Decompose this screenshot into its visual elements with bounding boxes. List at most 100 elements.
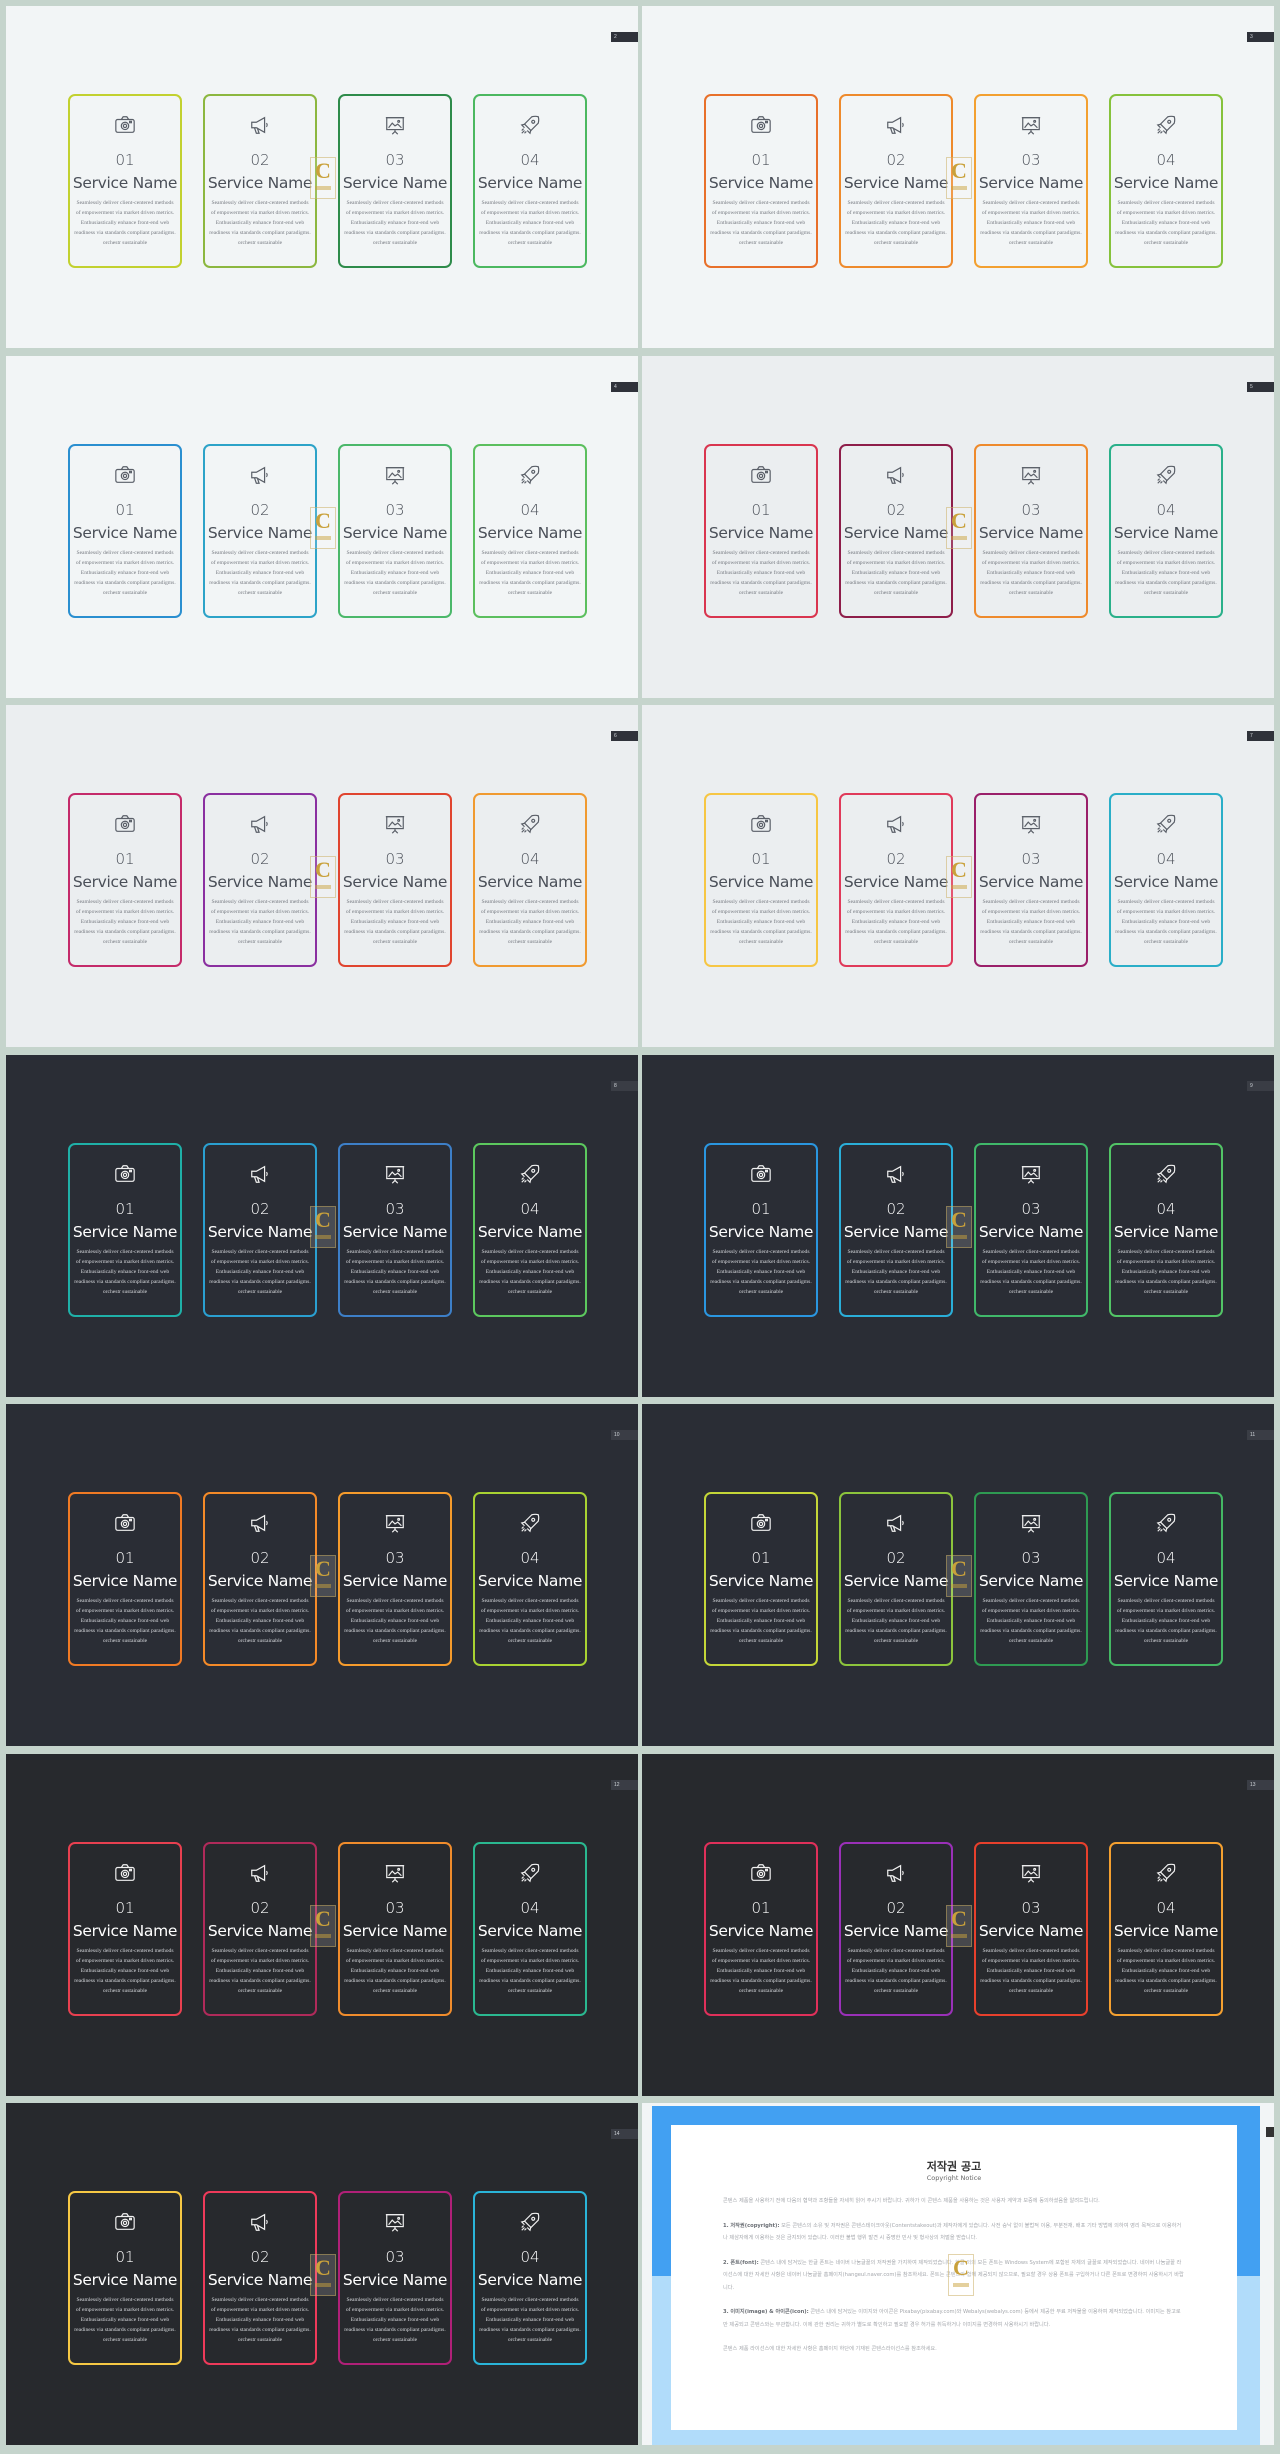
service-name: Service Name <box>342 523 448 542</box>
slide-thumbnail[interactable]: 8 01 Service Name Seamlessly deliver client… <box>6 1054 638 1397</box>
watermark-letter: C <box>951 158 967 183</box>
megaphone-icon <box>249 1862 271 1884</box>
presentation-board-icon <box>1020 813 1042 835</box>
slide-thumbnail[interactable]: 2 01 Service Name Seamlessly deliver client… <box>6 6 638 348</box>
service-name: Service Name <box>207 1572 313 1590</box>
page-number-tab: 13 <box>1247 1779 1274 1790</box>
watermark-letter: C <box>315 1905 331 1931</box>
slide-thumbnail[interactable]: 14 01 Service Name Seamlessly deliver clien… <box>6 2103 638 2445</box>
slide-thumbnail[interactable]: 6 01 Service Name Seamlessly deliver client… <box>6 705 638 1047</box>
watermark-logo: C <box>310 2254 336 2296</box>
service-card: 04 Service Name Seamlessly deliver client-… <box>1109 1492 1223 1666</box>
service-name: Service Name <box>708 1921 814 1940</box>
rocket-icon <box>519 1862 541 1884</box>
section-heading: 1. 저작권(copyright): <box>723 2222 780 2229</box>
service-number: 03 <box>385 500 405 519</box>
service-number: 02 <box>250 500 270 519</box>
service-description: Seamlessly deliver client-centered metho… <box>1115 200 1217 246</box>
service-description: Seamlessly deliver client-centered metho… <box>209 549 311 596</box>
service-card: 02 Service Name Seamlessly deliver client-… <box>839 94 953 268</box>
service-description: Seamlessly deliver client-centered metho… <box>344 200 446 246</box>
megaphone-icon <box>885 1512 907 1534</box>
service-card: 02 Service Name Seamlessly deliver client-… <box>203 793 317 967</box>
watermark-logo: C <box>946 1205 972 1248</box>
service-name: Service Name <box>1113 873 1219 891</box>
slide-thumbnail[interactable]: 5 01 Service Name Seamlessly deliver client… <box>642 355 1274 698</box>
service-card: 02 Service Name Seamlessly deliver client-… <box>203 1492 317 1666</box>
megaphone-icon <box>885 1163 907 1185</box>
service-number: 04 <box>520 151 540 169</box>
service-card: 04 Service Name Seamlessly deliver client-… <box>1109 1142 1223 1317</box>
camera-icon <box>750 464 772 486</box>
page-number-tab: 9 <box>1247 1080 1274 1091</box>
watermark-logo: C <box>948 2254 974 2296</box>
slide-thumbnail[interactable]: 3 01 Service Name Seamlessly deliver client… <box>642 6 1274 348</box>
watermark-logo: C <box>310 1904 336 1947</box>
copyright-intro: 콘텐스 제품을 사용하기 전에 다음의 협약과 조항들을 자세히 읽어 주시기 … <box>723 2198 1100 2204</box>
service-name: Service Name <box>72 1572 178 1590</box>
service-card: 02 Service Name Seamlessly deliver client-… <box>203 443 317 618</box>
service-number: 03 <box>1021 1549 1041 1567</box>
service-description: Seamlessly deliver client-centered metho… <box>74 1248 176 1295</box>
service-number: 02 <box>886 850 906 868</box>
service-name: Service Name <box>207 523 313 542</box>
service-name: Service Name <box>843 1921 949 1940</box>
service-number: 04 <box>1156 1199 1176 1218</box>
presentation-board-icon <box>1020 1862 1042 1884</box>
service-number: 04 <box>1156 1549 1176 1567</box>
service-description: Seamlessly deliver client-centered metho… <box>845 899 947 945</box>
service-description: Seamlessly deliver client-centered metho… <box>710 200 812 246</box>
watermark-logo: C <box>946 506 972 549</box>
service-description: Seamlessly deliver client-centered metho… <box>479 1598 581 1644</box>
watermark-letter: C <box>953 2255 969 2280</box>
watermark-bar <box>315 1584 331 1588</box>
slide-thumbnail[interactable]: 9 01 Service Name Seamlessly deliver client… <box>642 1054 1274 1397</box>
slide-thumbnail[interactable]: 13 01 Service Name Seamlessly deliver clien… <box>642 1753 1274 2096</box>
watermark-letter: C <box>951 1206 967 1232</box>
service-card: 03 Service Name Seamlessly deliver client-… <box>974 793 1088 967</box>
service-card: 01 Service Name Seamlessly deliver client-… <box>704 443 818 618</box>
service-card: 01 Service Name Seamlessly deliver client-… <box>68 2191 182 2365</box>
service-description: Seamlessly deliver client-centered metho… <box>980 899 1082 945</box>
watermark-letter: C <box>315 857 331 882</box>
slide-thumbnail[interactable]: 7 01 Service Name Seamlessly deliver client… <box>642 705 1274 1047</box>
service-description: Seamlessly deliver client-centered metho… <box>344 899 446 945</box>
service-number: 03 <box>1021 151 1041 169</box>
copyright-slide[interactable]: 저작권 공고 Copyright Notice 콘텐스 제품을 사용하기 전에 … <box>642 2103 1274 2445</box>
service-name: Service Name <box>207 1222 313 1241</box>
service-card: 01 Service Name Seamlessly deliver client-… <box>704 94 818 268</box>
service-name: Service Name <box>72 1921 178 1940</box>
presentation-board-icon <box>384 813 406 835</box>
watermark-logo: C <box>946 856 972 898</box>
watermark-bar <box>315 1234 331 1239</box>
copyright-footer: 콘텐스 제품 라이선스에 대한 자세한 사항은 홈페이지 하단에 기재된 콘텐스… <box>723 2346 937 2352</box>
service-description: Seamlessly deliver client-centered metho… <box>344 1598 446 1644</box>
service-description: Seamlessly deliver client-centered metho… <box>209 1248 311 1295</box>
service-name: Service Name <box>207 2271 313 2289</box>
service-number: 04 <box>520 850 540 868</box>
camera-icon <box>114 2211 136 2233</box>
slide-thumbnail[interactable]: 10 01 Service Name Seamlessly deliver clien… <box>6 1404 638 1746</box>
megaphone-icon <box>885 813 907 835</box>
service-card: 04 Service Name Seamlessly deliver client-… <box>1109 94 1223 268</box>
slide-thumbnail[interactable]: 4 01 Service Name Seamlessly deliver client… <box>6 355 638 698</box>
watermark-logo: C <box>310 506 336 549</box>
service-number: 02 <box>250 1898 270 1917</box>
service-number: 02 <box>250 850 270 868</box>
service-number: 01 <box>751 850 771 868</box>
service-card: 04 Service Name Seamlessly deliver client-… <box>1109 793 1223 967</box>
service-name: Service Name <box>1113 1222 1219 1241</box>
service-name: Service Name <box>1113 1572 1219 1590</box>
rocket-icon <box>519 1163 541 1185</box>
rocket-icon <box>519 464 541 486</box>
service-card: 02 Service Name Seamlessly deliver client-… <box>839 443 953 618</box>
service-name: Service Name <box>978 523 1084 542</box>
service-description: Seamlessly deliver client-centered metho… <box>845 200 947 246</box>
watermark-logo: C <box>310 157 336 199</box>
service-number: 02 <box>886 500 906 519</box>
slide-thumbnail[interactable]: 11 01 Service Name Seamlessly deliver clien… <box>642 1404 1274 1746</box>
slide-thumbnail[interactable]: 12 01 Service Name Seamlessly deliver clien… <box>6 1753 638 2096</box>
service-description: Seamlessly deliver client-centered metho… <box>74 1598 176 1644</box>
service-description: Seamlessly deliver client-centered metho… <box>980 1947 1082 1994</box>
copyright-section: 1. 저작권(copyright): 모든 콘텐스의 소유 및 저작권은 콘텐스… <box>723 2220 1185 2245</box>
